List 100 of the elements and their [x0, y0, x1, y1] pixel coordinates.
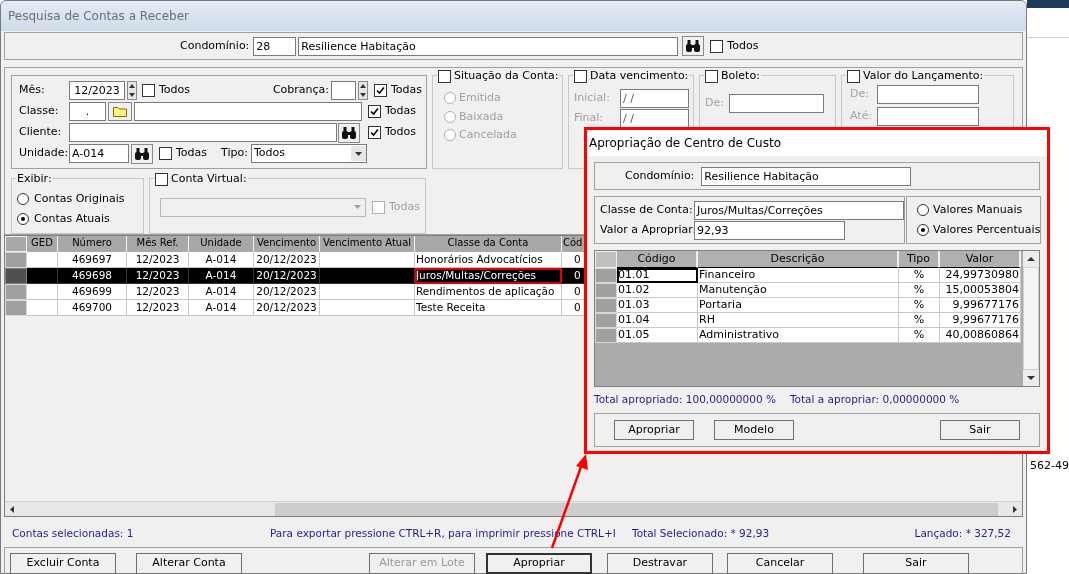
input-field[interactable] — [134, 102, 362, 121]
radio-button[interactable] — [444, 110, 456, 123]
input-field[interactable]: . — [69, 102, 106, 121]
field-label: Todas — [176, 145, 208, 162]
window-title: Pesquisa de Contas a Receber — [8, 8, 189, 25]
checkbox[interactable] — [705, 69, 718, 83]
search-button[interactable] — [338, 122, 360, 143]
field-label: De: — [705, 95, 724, 112]
field-label: Condomínio: — [180, 37, 250, 54]
column-header[interactable]: Valor — [940, 251, 1021, 268]
input-field[interactable] — [331, 81, 356, 100]
checkbox[interactable] — [574, 69, 587, 83]
spinner-control[interactable] — [127, 81, 137, 100]
checkbox[interactable] — [142, 84, 155, 97]
radio-button[interactable] — [17, 213, 29, 226]
button[interactable]: Cancelar — [727, 553, 833, 574]
radio-button[interactable] — [917, 224, 929, 237]
radio-button[interactable] — [444, 129, 456, 142]
checkbox[interactable] — [155, 172, 168, 186]
button[interactable]: Apropriar — [614, 420, 694, 440]
column-header[interactable]: Classe da Conta — [415, 236, 562, 252]
input-field[interactable]: Resilience Habitação — [298, 36, 679, 56]
search-button[interactable] — [682, 36, 705, 56]
vertical-scrollbar[interactable] — [1023, 251, 1039, 386]
column-header[interactable]: GED — [27, 236, 58, 252]
input-field[interactable] — [877, 107, 979, 126]
input-field[interactable]: 12/2023 — [69, 81, 125, 100]
input-field[interactable]: Juros/Multas/Correções — [694, 200, 904, 220]
field-label: Data vencimento: — [590, 68, 689, 84]
input-field[interactable]: A-014 — [69, 144, 129, 163]
field-label: Conta Virtual: — [171, 171, 247, 187]
field-label: Classe de Conta: — [600, 201, 694, 218]
input-field[interactable]: Resilience Habitação — [701, 166, 912, 186]
dropdown[interactable]: Todos — [250, 144, 367, 163]
input-field[interactable] — [877, 85, 979, 104]
folder-icon — [113, 107, 127, 117]
scrollbar-thumb[interactable] — [275, 502, 998, 516]
field-label: Contas Originais — [34, 190, 125, 207]
column-header[interactable]: Código — [617, 251, 698, 268]
table-cell[interactable]: 01.01 — [617, 268, 698, 283]
field-label: Até: — [850, 108, 872, 125]
button[interactable]: Modelo — [714, 420, 794, 440]
button[interactable]: Sair — [940, 420, 1020, 440]
column-header[interactable]: Vencimento — [254, 236, 320, 252]
table-cell: Juros/Multas/Correções — [415, 268, 562, 284]
row-header — [595, 251, 617, 268]
column-header[interactable]: Vencimento Atual — [320, 236, 415, 252]
background-text: 562-49 — [1029, 458, 1069, 474]
spinner-control[interactable] — [358, 81, 368, 100]
checkbox[interactable] — [368, 126, 381, 139]
horizontal-scrollbar[interactable] — [5, 501, 1022, 516]
input-field[interactable]: 28 — [253, 36, 297, 56]
scrollbar-thumb[interactable] — [1023, 267, 1039, 370]
folder-button[interactable] — [108, 102, 132, 121]
button[interactable]: Destravar — [607, 553, 713, 574]
status-text: Lançado: * 327,52 — [914, 526, 1011, 542]
field-label: Contas Atuais — [34, 211, 110, 227]
radio-button[interactable] — [444, 92, 456, 105]
table-cell[interactable]: % — [899, 328, 940, 343]
search-button[interactable] — [131, 143, 153, 164]
checkbox[interactable] — [374, 84, 387, 97]
field-label: Boleto: — [721, 68, 760, 84]
input-field[interactable] — [69, 123, 337, 142]
input-field[interactable] — [728, 94, 824, 113]
button[interactable]: Sair — [863, 553, 969, 574]
table-cell: 20/12/2023 — [254, 300, 320, 316]
table-cell[interactable]: 40,00860864 — [940, 328, 1021, 343]
field-label: Unidade: — [19, 145, 69, 162]
column-header[interactable]: Descrição — [698, 251, 899, 268]
button[interactable]: Apropriar — [486, 553, 592, 574]
status-text: Total apropriado: 100,00000000 % — [594, 392, 776, 408]
checkbox[interactable] — [847, 69, 860, 83]
checkbox[interactable] — [368, 105, 381, 118]
column-header[interactable]: Unidade — [189, 236, 254, 252]
status-text: Total Selecionado: * 92,93 — [632, 526, 770, 542]
radio-button[interactable] — [17, 192, 29, 205]
checkbox[interactable] — [438, 69, 451, 83]
checkbox[interactable] — [159, 147, 172, 160]
binoculars-icon — [135, 147, 149, 160]
field-label: De: — [850, 86, 870, 103]
input-field[interactable]: 92,93 — [694, 220, 845, 240]
button[interactable]: Alterar Conta — [136, 553, 242, 574]
field-label: Final: — [574, 110, 605, 127]
input-field[interactable]: / / — [620, 89, 689, 108]
checkbox[interactable] — [710, 39, 724, 53]
checkbox[interactable] — [372, 200, 385, 214]
column-header[interactable]: Tipo — [899, 251, 940, 268]
table-cell[interactable]: Administrativo — [698, 328, 899, 343]
field-label: Valor a Apropriar: — [600, 221, 694, 238]
column-header[interactable]: Número — [58, 236, 127, 252]
status-text: Total a apropriar: 0,00000000 % — [789, 392, 960, 408]
button[interactable]: Excluir Conta — [10, 553, 116, 574]
field-label: Cobrança: — [272, 82, 329, 99]
table-cell[interactable]: 01.05 — [617, 328, 698, 343]
field-label: Situação da Conta: — [454, 68, 559, 84]
radio-button[interactable] — [917, 203, 929, 216]
field-label: Valores Percentuais — [933, 222, 1041, 238]
field-label: Todos — [159, 82, 191, 99]
column-header[interactable]: Mês Ref. — [127, 236, 189, 252]
table-cell: 469700 — [58, 300, 127, 316]
